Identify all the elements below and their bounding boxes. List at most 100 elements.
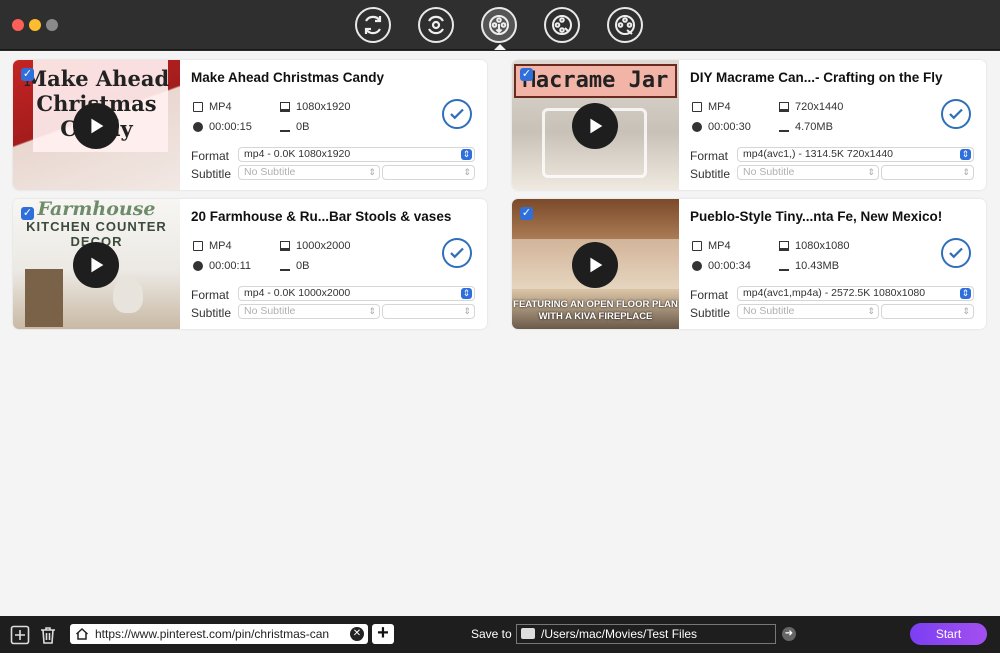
start-button[interactable]: Start (910, 623, 987, 645)
select-arrow-icon (960, 148, 971, 161)
select-arrow-icon: ⇕ (962, 167, 970, 177)
format-label: Format (191, 288, 230, 302)
format-select[interactable]: mp4(avc1,) - 1314.5K 720x1440 (737, 147, 974, 162)
thumbnail-caption: Macrame Jar (522, 68, 669, 93)
monitor-icon (280, 241, 290, 251)
subtitle-select[interactable]: No Subtitle ⇕ (737, 304, 879, 319)
refresh-icon (364, 15, 382, 35)
subtitle-value: No Subtitle (743, 305, 795, 317)
format-value: mp4 - 0.0K 1080x1920 (244, 148, 351, 160)
video-title: 20 Farmhouse & Ru...Bar Stools & vases (191, 209, 452, 224)
subtitle-language-select[interactable]: ⇕ (382, 165, 475, 180)
subtitle-select[interactable]: No Subtitle ⇕ (737, 165, 879, 180)
select-arrow-icon: ⇕ (463, 306, 471, 316)
format-select[interactable]: mp4 - 0.0K 1080x1920 (238, 147, 475, 162)
download-icon (280, 122, 290, 132)
film-icon (193, 102, 203, 112)
film-edit-icon (552, 15, 572, 35)
clear-url-icon[interactable]: ✕ (350, 627, 364, 641)
clock-icon (193, 261, 203, 271)
add-url-button[interactable]: + (372, 623, 394, 644)
video-thumbnail[interactable]: FEATURING AN OPEN FLOOR PLAN WITH A KIVA… (512, 199, 679, 329)
select-arrow-icon: ⇕ (962, 306, 970, 316)
thumbnail-script-caption: Farmhouse (37, 199, 156, 220)
format-select[interactable]: mp4 - 0.0K 1000x2000 (238, 286, 475, 301)
clock-icon (692, 122, 702, 132)
video-card: Make Ahead Christmas Candy ✓ Make Ahead … (13, 60, 487, 190)
subtitle-value: No Subtitle (244, 166, 296, 178)
resolution-info: 720x1440 (779, 101, 843, 113)
save-path-field[interactable]: /Users/mac/Movies/Test Files (516, 624, 776, 644)
subtitle-label: Subtitle (191, 306, 232, 320)
subtitle-language-select[interactable]: ⇕ (881, 304, 974, 319)
video-thumbnail[interactable]: Farmhouse KITCHEN COUNTER DECOR ✓ (13, 199, 180, 329)
format-value: mp4 - 0.0K 1000x2000 (244, 287, 351, 299)
resolution-value: 1080x1920 (296, 101, 351, 113)
minimize-window-button[interactable] (29, 19, 41, 31)
ready-check-icon (442, 238, 472, 268)
title-bar (0, 0, 1000, 50)
select-arrow-icon: ⇕ (368, 167, 376, 177)
video-thumbnail[interactable]: Macrame Jar ✓ (512, 60, 679, 190)
resolution-value: 1000x2000 (296, 240, 351, 252)
subtitle-language-select[interactable]: ⇕ (881, 165, 974, 180)
select-arrow-icon: ⇕ (867, 167, 875, 177)
video-title: DIY Macrame Can...- Crafting on the Fly (690, 70, 943, 85)
convert-tool-button[interactable] (355, 7, 391, 43)
video-card: Macrame Jar ✓ DIY Macrame Can...- Crafti… (512, 60, 986, 190)
resolution-info: 1080x1920 (280, 101, 350, 113)
download-tool-button[interactable] (481, 7, 517, 43)
open-folder-arrow-icon[interactable]: ➜ (782, 627, 796, 641)
play-icon (91, 257, 104, 273)
size-info: 0B (280, 121, 309, 133)
add-icon[interactable] (10, 625, 30, 645)
resolution-info: 1000x2000 (280, 240, 350, 252)
monitor-icon (779, 241, 789, 251)
bottom-bar: https://www.pinterest.com/pin/christmas-… (0, 616, 1000, 653)
select-arrow-icon: ⇕ (463, 167, 471, 177)
format-select[interactable]: mp4(avc1,mp4a) - 2572.5K 1080x1080 (737, 286, 974, 301)
format-label: Format (191, 149, 230, 163)
settings-convert-tool-button[interactable] (418, 7, 454, 43)
select-checkbox[interactable]: ✓ (520, 68, 533, 81)
container-info: MP4 (193, 101, 232, 113)
subtitle-language-select[interactable]: ⇕ (382, 304, 475, 319)
subtitle-select[interactable]: No Subtitle ⇕ (238, 304, 380, 319)
download-icon (280, 261, 290, 271)
film-icon (692, 241, 702, 251)
size-value: 0B (296, 260, 310, 272)
save-to-label: Save to (471, 627, 512, 641)
monitor-icon (280, 102, 290, 112)
subtitle-select[interactable]: No Subtitle ⇕ (238, 165, 380, 180)
select-checkbox[interactable]: ✓ (520, 207, 533, 220)
select-checkbox[interactable]: ✓ (21, 68, 34, 81)
play-button[interactable] (73, 103, 119, 149)
play-button[interactable] (572, 242, 618, 288)
subtitle-label: Subtitle (690, 306, 731, 320)
duration-value: 00:00:34 (708, 260, 751, 272)
film-icon (692, 102, 702, 112)
film-settings-tool-button[interactable] (607, 7, 643, 43)
select-arrow-icon (960, 287, 971, 300)
url-value: https://www.pinterest.com/pin/christmas-… (95, 627, 330, 641)
size-value: 0B (296, 121, 310, 133)
subtitle-label: Subtitle (690, 167, 731, 181)
trash-icon[interactable] (38, 625, 58, 645)
video-thumbnail[interactable]: Make Ahead Christmas Candy ✓ (13, 60, 180, 190)
play-icon (91, 118, 104, 134)
container-value: MP4 (708, 101, 731, 113)
play-button[interactable] (73, 242, 119, 288)
duration-info: 00:00:11 (193, 260, 251, 272)
play-button[interactable] (572, 103, 618, 149)
zoom-window-button[interactable] (46, 19, 58, 31)
select-checkbox[interactable]: ✓ (21, 207, 34, 220)
home-icon (75, 627, 89, 640)
close-window-button[interactable] (12, 19, 24, 31)
subtitle-value: No Subtitle (743, 166, 795, 178)
select-arrow-icon (461, 148, 472, 161)
edit-tool-button[interactable] (544, 7, 580, 43)
duration-value: 00:00:30 (708, 121, 751, 133)
active-tool-indicator (494, 44, 506, 50)
url-input[interactable]: https://www.pinterest.com/pin/christmas-… (70, 624, 368, 644)
duration-info: 00:00:30 (692, 121, 751, 133)
